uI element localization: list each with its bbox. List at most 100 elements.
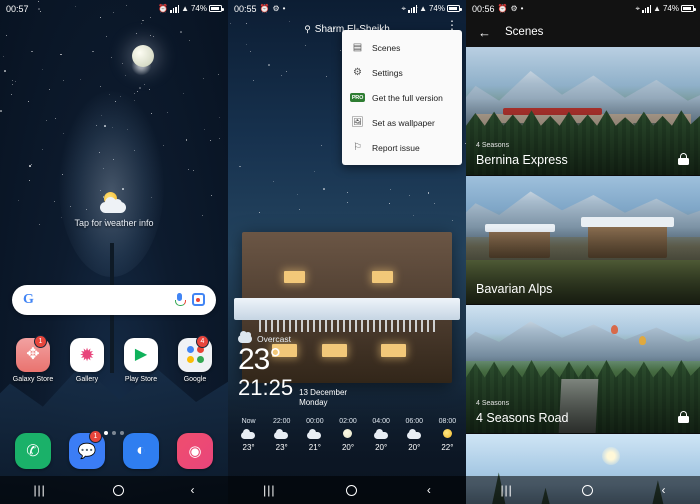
menu-item-set-as-wallpaper[interactable]: 🖼 Set as wallpaper xyxy=(342,110,462,135)
weather-widget[interactable]: Tap for weather info xyxy=(0,191,228,228)
sun-art xyxy=(601,446,620,465)
status-time: 00:55 xyxy=(234,3,257,14)
battery-icon xyxy=(209,5,224,12)
back-button[interactable]: ‹ xyxy=(662,483,666,497)
overflow-menu-button[interactable]: ⋮ xyxy=(446,19,458,31)
hour-temp: 21° xyxy=(308,443,321,452)
home-button[interactable] xyxy=(112,484,124,496)
hourly-item: 02:00 20° xyxy=(331,418,364,452)
condition-label: Overcast xyxy=(257,333,292,344)
hour-label: 00:00 xyxy=(306,418,324,425)
arrow-back-icon[interactable]: ← xyxy=(478,26,491,39)
scene-item-bavarian-alps[interactable]: Bavarian Alps xyxy=(466,176,700,305)
app-label: Google xyxy=(183,375,207,383)
battery-percent: 74% xyxy=(662,4,679,13)
app-label: Play Store xyxy=(124,375,158,383)
navigation-bar: ||| ‹ xyxy=(0,476,228,504)
app-row: ✥ 1 Galaxy Store ✹ Gallery ▶ Play Store xyxy=(0,334,228,383)
cloud-icon xyxy=(274,428,289,440)
scene-item-bernina-express[interactable]: 4 Seasons Bernina Express xyxy=(466,47,700,176)
cloud-icon xyxy=(307,428,322,440)
signal-icon xyxy=(170,4,180,13)
weather-info-block: Overcast 23° 21:25 13 December Monday xyxy=(238,330,348,409)
menu-item-label: Report issue xyxy=(372,142,420,153)
menu-item-scenes[interactable]: ▤ Scenes xyxy=(342,35,462,60)
hour-label: Now xyxy=(241,418,256,425)
back-button[interactable]: ‹ xyxy=(191,483,195,497)
scenes-app-bar: ← Scenes xyxy=(466,17,700,47)
recents-button[interactable]: ||| xyxy=(500,483,512,497)
wifi-icon: ▲ xyxy=(653,4,661,13)
hour-temp: 23° xyxy=(275,443,288,452)
app-gallery[interactable]: ✹ Gallery xyxy=(64,337,110,383)
overflow-menu: ▤ Scenes ⚙ Settings PRO Get the full ver… xyxy=(342,30,462,165)
hourly-forecast[interactable]: Now 23° 22:00 23° 00:00 21° 02:00 20° 04… xyxy=(228,414,466,476)
hourly-item: Now 23° xyxy=(232,418,265,452)
hour-label: 06:00 xyxy=(405,418,424,425)
google-search-bar[interactable]: G xyxy=(12,284,216,315)
menu-item-report-issue[interactable]: ⚐ Report issue xyxy=(342,135,462,160)
hour-label: 08:00 xyxy=(438,418,457,425)
hourly-item: 06:00 20° xyxy=(398,418,431,452)
recents-button[interactable]: ||| xyxy=(263,483,275,497)
scene-name: Bernina Express xyxy=(476,153,568,167)
app-play-store[interactable]: ▶ Play Store xyxy=(118,337,164,383)
wallpaper-icon: 🖼 xyxy=(351,117,364,128)
hour-label: 02:00 xyxy=(339,418,357,425)
scene-subtitle: 4 Seasons xyxy=(476,400,510,407)
signal-icon xyxy=(408,4,418,13)
dot-icon: • xyxy=(520,4,524,13)
home-button[interactable] xyxy=(581,484,593,496)
status-time: 00:57 xyxy=(6,3,29,14)
alarm-icon: ⏰ xyxy=(158,4,169,13)
menu-item-settings[interactable]: ⚙ Settings xyxy=(342,60,462,85)
hour-label: 04:00 xyxy=(372,418,390,425)
back-button[interactable]: ‹ xyxy=(427,483,431,497)
google-lens-icon[interactable] xyxy=(192,293,205,307)
cloud-icon xyxy=(238,330,252,343)
battery-icon xyxy=(447,5,462,12)
weekday-value: Monday xyxy=(299,398,328,407)
date-value: 13 December xyxy=(299,388,348,397)
menu-item-get-full-version[interactable]: PRO Get the full version xyxy=(342,85,462,110)
dock-app-camera[interactable]: ◉ xyxy=(172,433,218,469)
weather-hint-text: Tap for weather info xyxy=(74,217,154,228)
scenes-list[interactable]: 4 Seasons Bernina Express Bavarian Alps xyxy=(466,47,700,504)
galaxy-store-icon: ✥ 1 xyxy=(16,334,50,372)
app-label: Gallery xyxy=(75,375,99,383)
play-store-icon: ▶ xyxy=(124,337,158,372)
phone-screen-scenes: 00:56 ⏰ ⚙ • ⌖ ▲ 74% ← Scenes 4 Seasons B… xyxy=(466,0,700,504)
scene-name: Bavarian Alps xyxy=(476,282,553,296)
hour-label: 22:00 xyxy=(272,418,291,425)
navigation-bar: ||| ‹ xyxy=(466,476,700,504)
app-galaxy-store[interactable]: ✥ 1 Galaxy Store xyxy=(10,334,56,383)
dock: ✆ 💬 1 ◐ ◉ xyxy=(6,428,222,474)
gear-icon: ⚙ xyxy=(272,4,280,13)
location-icon: ⌖ xyxy=(401,3,407,13)
location-icon: ⌖ xyxy=(635,3,641,13)
badge-count: 1 xyxy=(34,334,47,348)
dock-app-phone[interactable]: ✆ xyxy=(10,433,56,469)
home-button[interactable] xyxy=(345,484,357,496)
alarm-icon: ⏰ xyxy=(497,4,508,13)
scene-item-4-seasons-road[interactable]: 4 Seasons 4 Seasons Road xyxy=(466,305,700,434)
messages-icon: 💬 1 xyxy=(69,430,105,469)
balloon-art xyxy=(611,325,619,335)
badge-count: 4 xyxy=(196,334,209,348)
hourly-item: 22:00 23° xyxy=(265,418,298,452)
microphone-icon[interactable] xyxy=(175,293,186,307)
battery-percent: 74% xyxy=(428,4,445,13)
menu-item-label: Set as wallpaper xyxy=(372,117,435,128)
recents-button[interactable]: ||| xyxy=(33,483,45,497)
hour-temp: 22° xyxy=(441,443,454,452)
dock-app-internet[interactable]: ◐ xyxy=(118,433,164,469)
tree-decoration xyxy=(59,90,165,373)
scene-name: 4 Seasons Road xyxy=(476,411,569,425)
google-logo-icon: G xyxy=(23,291,34,307)
app-google-folder[interactable]: 4 Google xyxy=(172,334,218,383)
lock-icon xyxy=(678,153,689,165)
hour-temp: 20° xyxy=(375,443,388,452)
dock-app-messages[interactable]: 💬 1 xyxy=(64,430,110,469)
phone-screen-home: 00:57 ⏰ ▲ 74% Tap for weather info G ✥ 1… xyxy=(0,0,228,504)
signal-icon xyxy=(642,4,652,13)
